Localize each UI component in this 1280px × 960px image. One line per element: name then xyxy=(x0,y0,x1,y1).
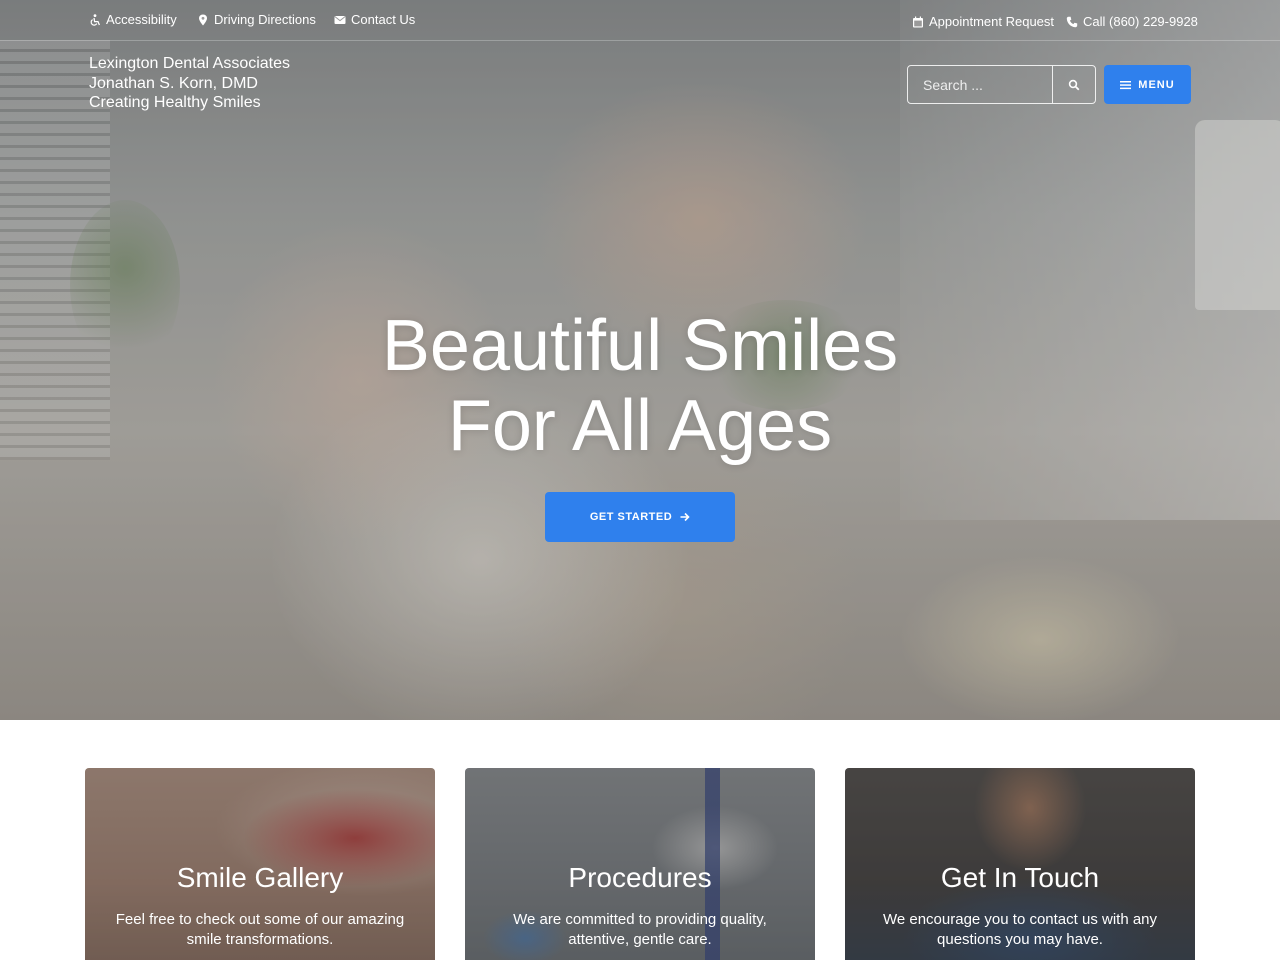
site-brand[interactable]: Lexington Dental Associates Jonathan S. … xyxy=(89,54,290,113)
map-marker-icon xyxy=(199,14,207,25)
top-bar: Accessibility Driving Directions Contact… xyxy=(0,0,1280,41)
get-started-button[interactable]: GET STARTED xyxy=(545,492,735,542)
search-button[interactable] xyxy=(1052,66,1095,103)
card-description: We encourage you to contact us with any … xyxy=(882,911,1158,948)
driving-directions-link[interactable]: Driving Directions xyxy=(197,12,316,27)
appointment-request-link[interactable]: Appointment Request xyxy=(912,14,1054,29)
appointment-request-label: Appointment Request xyxy=(929,14,1055,29)
calendar-icon xyxy=(913,16,923,27)
arrow-right-icon xyxy=(680,512,690,522)
get-in-touch-card[interactable]: Get In Touch We encourage you to contact… xyxy=(845,768,1195,960)
wheelchair-icon xyxy=(90,13,101,26)
hero-headline-line2: For All Ages xyxy=(447,386,833,466)
card-description: Feel free to check out some of our amazi… xyxy=(115,911,405,948)
hero-headline: Beautiful Smiles For All Ages xyxy=(0,306,1280,466)
practice-name: Lexington Dental Associates xyxy=(89,55,291,72)
smile-gallery-card[interactable]: Smile Gallery Feel free to check out som… xyxy=(85,768,435,960)
accessibility-link[interactable]: Accessibility xyxy=(89,12,177,27)
doctor-name: Jonathan S. Korn, DMD xyxy=(89,74,258,92)
menu-label: MENU xyxy=(1138,78,1175,91)
card-title: Get In Touch xyxy=(940,862,1100,893)
menu-button[interactable]: MENU xyxy=(1104,65,1191,104)
hamburger-icon xyxy=(1120,80,1132,89)
tagline: Creating Healthy Smiles xyxy=(89,94,261,111)
contact-us-link[interactable]: Contact Us xyxy=(334,12,415,27)
hero-headline-line1: Beautiful Smiles xyxy=(381,306,899,386)
procedures-card[interactable]: Procedures We are committed to providing… xyxy=(465,768,815,960)
accessibility-label: Accessibility xyxy=(106,12,177,27)
search-input[interactable] xyxy=(908,66,1052,103)
card-title: Procedures xyxy=(568,862,712,893)
search-icon xyxy=(1068,79,1080,90)
driving-directions-label: Driving Directions xyxy=(214,12,316,27)
call-phone-label: Call (860) 229-9928 xyxy=(1083,14,1198,29)
phone-icon xyxy=(1066,16,1078,27)
card-title: Smile Gallery xyxy=(176,862,344,893)
envelope-icon xyxy=(334,15,346,24)
get-started-label: GET STARTED xyxy=(589,511,673,523)
call-phone-link[interactable]: Call (860) 229-9928 xyxy=(1066,14,1198,29)
search-form xyxy=(907,65,1096,104)
contact-us-label: Contact Us xyxy=(351,12,416,27)
card-description: We are committed to providing quality, a… xyxy=(513,911,767,948)
hero-section: Accessibility Driving Directions Contact… xyxy=(0,0,1280,720)
